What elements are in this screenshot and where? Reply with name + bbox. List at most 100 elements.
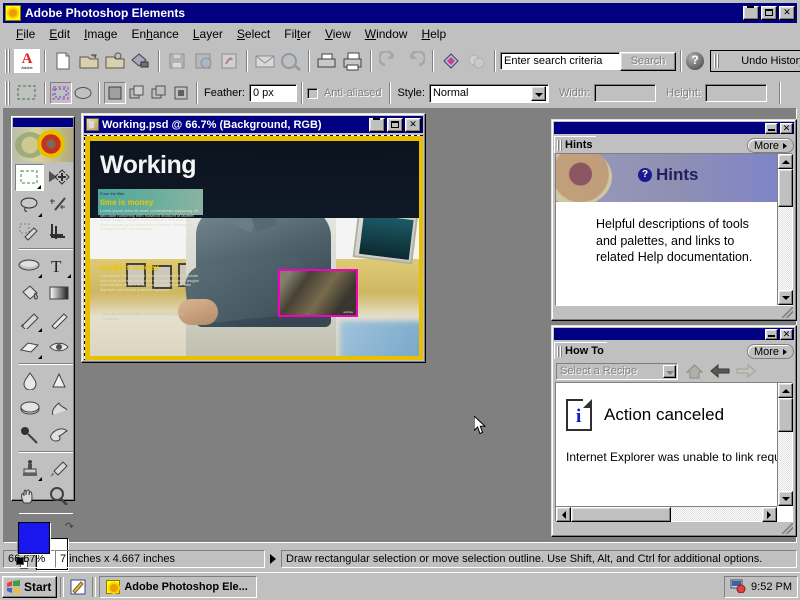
toolbox-titlebar[interactable] bbox=[13, 118, 73, 127]
hints-scroll-down-button[interactable] bbox=[778, 290, 793, 305]
menu-item-view[interactable]: View bbox=[318, 25, 358, 43]
new-selection-icon[interactable] bbox=[104, 82, 126, 104]
attach-email-icon[interactable] bbox=[252, 48, 278, 74]
document-size-field[interactable]: 7 inches x 4.667 inches bbox=[55, 550, 265, 568]
how-to-resize-grip[interactable] bbox=[782, 523, 793, 534]
taskbar-clock[interactable]: 9:52 PM bbox=[751, 581, 792, 593]
tool-magic-wand[interactable] bbox=[44, 191, 73, 218]
palette-well-undo-history[interactable]: Undo History bbox=[710, 50, 800, 72]
tool-hand[interactable] bbox=[15, 482, 44, 509]
print-icon[interactable] bbox=[340, 48, 366, 74]
color-settings-icon[interactable] bbox=[464, 48, 490, 74]
intersect-selection-icon[interactable] bbox=[170, 82, 192, 104]
selected-inset-photo[interactable]: archive bbox=[278, 269, 358, 317]
menu-item-edit[interactable]: Edit bbox=[42, 25, 77, 43]
how-to-close-button[interactable]: ✕ bbox=[780, 328, 793, 340]
tool-lasso[interactable] bbox=[15, 191, 44, 218]
swap-colors-icon[interactable]: ↷ bbox=[65, 520, 74, 533]
start-button[interactable]: Start bbox=[2, 575, 58, 598]
print-preview-icon[interactable] bbox=[314, 48, 340, 74]
tool-zoom[interactable] bbox=[44, 482, 73, 509]
elliptical-marquee-variant[interactable] bbox=[72, 82, 94, 104]
hints-scroll-thumb[interactable] bbox=[778, 169, 793, 207]
tab-how-to[interactable]: How To bbox=[554, 342, 616, 360]
import-folder-icon[interactable] bbox=[102, 48, 128, 74]
new-file-icon[interactable] bbox=[50, 48, 76, 74]
hints-more-button[interactable]: More bbox=[746, 138, 794, 153]
how-to-palette[interactable]: ✕ How To More Select a Recipe i Action c… bbox=[551, 325, 797, 537]
how-to-hscroll-thumb[interactable] bbox=[571, 507, 671, 522]
subtract-from-selection-icon[interactable] bbox=[148, 82, 170, 104]
online-services-icon[interactable] bbox=[278, 48, 304, 74]
how-to-scroll-down-button[interactable] bbox=[778, 491, 793, 506]
how-to-scroll-left-button[interactable] bbox=[556, 507, 571, 522]
chevron-down-icon[interactable] bbox=[530, 85, 546, 101]
how-to-vertical-scrollbar[interactable] bbox=[777, 383, 793, 506]
menu-item-window[interactable]: Window bbox=[358, 25, 415, 43]
tab-hints[interactable]: Hints bbox=[554, 136, 604, 154]
height-input[interactable] bbox=[705, 84, 768, 102]
hints-vertical-scrollbar[interactable] bbox=[777, 154, 793, 305]
tool-eraser[interactable] bbox=[15, 333, 44, 360]
tool-smudge[interactable] bbox=[44, 394, 73, 421]
hints-palette[interactable]: ✕ Hints More ? Hints Helpful description… bbox=[551, 119, 797, 321]
save-as-pdf-icon[interactable] bbox=[216, 48, 242, 74]
hints-minimize-button[interactable] bbox=[765, 122, 778, 134]
hints-scroll-up-button[interactable] bbox=[778, 154, 793, 169]
tool-eyedropper[interactable] bbox=[44, 455, 73, 482]
menu-item-enhance[interactable]: Enhance bbox=[124, 25, 185, 43]
menu-item-file[interactable]: File bbox=[9, 25, 42, 43]
paste-diamond-icon[interactable] bbox=[128, 48, 154, 74]
chevron-down-icon[interactable] bbox=[663, 364, 676, 378]
tool-paint-bucket[interactable] bbox=[15, 279, 44, 306]
tool-move[interactable] bbox=[44, 164, 73, 191]
add-to-selection-icon[interactable] bbox=[126, 82, 148, 104]
foreground-color-swatch[interactable] bbox=[18, 522, 50, 554]
document-titlebar[interactable]: Working.psd @ 66.7% (Background, RGB) ✕ bbox=[84, 116, 423, 133]
style-select[interactable]: Normal bbox=[428, 83, 549, 103]
question-mark-help-icon[interactable]: ? bbox=[686, 52, 704, 70]
tool-type[interactable]: T bbox=[44, 252, 73, 279]
document-canvas[interactable]: Working From the files time is money Lor… bbox=[84, 135, 423, 360]
window-close-button[interactable]: ✕ bbox=[779, 6, 795, 20]
how-to-palette-titlebar[interactable]: ✕ bbox=[554, 328, 794, 340]
tool-healing-brush[interactable] bbox=[15, 252, 44, 279]
open-folder-icon[interactable] bbox=[76, 48, 102, 74]
how-to-horizontal-scrollbar[interactable] bbox=[556, 506, 777, 522]
notepad-pencil-icon[interactable] bbox=[67, 576, 89, 598]
toolbar-grip[interactable] bbox=[5, 49, 11, 73]
tool-sharpen[interactable] bbox=[44, 367, 73, 394]
step-backward-icon[interactable] bbox=[376, 48, 402, 74]
window-maximize-button[interactable] bbox=[761, 6, 777, 20]
tool-gradient[interactable] bbox=[44, 279, 73, 306]
tool-crop[interactable] bbox=[44, 218, 73, 245]
tool-sponge[interactable] bbox=[15, 394, 44, 421]
menu-item-image[interactable]: Image bbox=[77, 25, 124, 43]
home-icon[interactable] bbox=[684, 362, 704, 380]
anti-aliased-checkbox[interactable] bbox=[306, 87, 318, 99]
window-minimize-button[interactable] bbox=[743, 6, 759, 20]
tool-pencil[interactable] bbox=[44, 306, 73, 333]
width-input[interactable] bbox=[594, 84, 657, 102]
how-to-vscroll-thumb[interactable] bbox=[778, 398, 793, 432]
hints-palette-titlebar[interactable]: ✕ bbox=[554, 122, 794, 134]
menu-item-select[interactable]: Select bbox=[230, 25, 277, 43]
tool-red-eye-brush[interactable] bbox=[44, 333, 73, 360]
forward-arrow-icon[interactable] bbox=[736, 362, 756, 380]
save-floppy-icon[interactable] bbox=[164, 48, 190, 74]
tool-selection-brush[interactable] bbox=[15, 218, 44, 245]
how-to-more-button[interactable]: More bbox=[746, 344, 794, 359]
how-to-scroll-up-button[interactable] bbox=[778, 383, 793, 398]
page-artwork[interactable]: Working From the files time is money Lor… bbox=[84, 135, 423, 360]
document-minimize-button[interactable] bbox=[369, 117, 385, 132]
tool-dodge[interactable] bbox=[15, 421, 44, 448]
tool-blur[interactable] bbox=[15, 367, 44, 394]
window-titlebar[interactable]: Adobe Photoshop Elements ✕ bbox=[3, 3, 797, 23]
menu-item-layer[interactable]: Layer bbox=[186, 25, 230, 43]
recipe-select[interactable]: Select a Recipe bbox=[556, 362, 678, 380]
tool-burn[interactable] bbox=[44, 421, 73, 448]
search-input[interactable]: Enter search criteria bbox=[500, 52, 620, 70]
hints-close-button[interactable]: ✕ bbox=[780, 122, 793, 134]
hints-resize-grip[interactable] bbox=[782, 307, 793, 318]
feather-input[interactable]: 0 px bbox=[248, 84, 297, 102]
